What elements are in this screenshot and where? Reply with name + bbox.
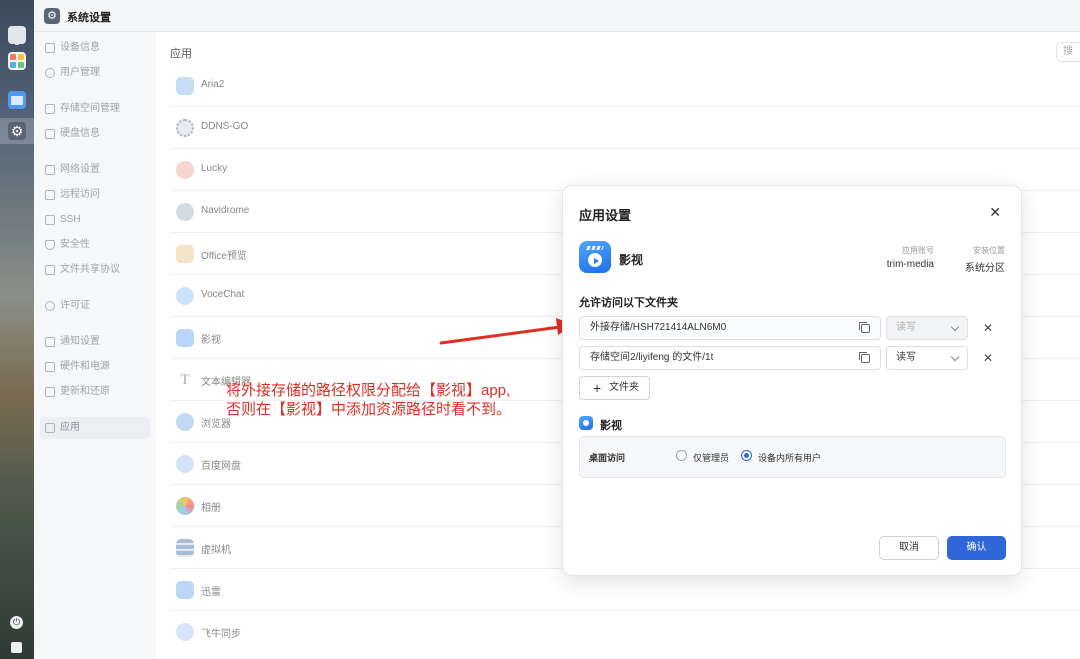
globe-icon (176, 119, 194, 137)
media-app-icon (579, 241, 611, 273)
storage-icon (45, 104, 55, 114)
desktop-access-box: 桌面访问 仅管理员 设备内所有用户 (579, 436, 1006, 478)
network-icon (45, 165, 55, 175)
radio-all-users[interactable] (741, 450, 752, 461)
user-icon (45, 68, 55, 78)
key-icon (45, 301, 55, 311)
chevron-down-icon (950, 352, 960, 362)
sidebar: 设备信息 用户管理 存储空间管理 硬盘信息 网络设置 远程访问 SSH 安全性 … (34, 32, 156, 659)
file-manager-icon[interactable] (8, 91, 26, 109)
disk-icon (45, 129, 55, 139)
add-folder-button[interactable]: + 文件夹 (579, 376, 650, 400)
cancel-button[interactable]: 取消 (879, 536, 939, 560)
sync-icon (176, 623, 194, 641)
confirm-button[interactable]: 确认 (947, 536, 1006, 560)
sidebar-item-file-sharing[interactable]: 文件共享协议 (40, 259, 150, 281)
app-center-icon[interactable] (8, 52, 26, 70)
mail-icon (45, 337, 55, 347)
permission-select[interactable]: 读写 (886, 316, 968, 340)
shield-icon (45, 240, 55, 250)
sidebar-item-notifications[interactable]: 通知设置 (40, 331, 150, 353)
window-title: 系统设置 (67, 12, 111, 24)
app-row-aria2[interactable]: Aria2 (170, 65, 1080, 107)
folder-path-field[interactable]: 存储空间2/liyifeng 的文件/1t (579, 346, 881, 370)
chat-icon (176, 287, 194, 305)
monitor-icon[interactable] (8, 26, 26, 45)
xunlei-icon (176, 581, 194, 599)
annotation-line-1: 将外接存储的路径权限分配给【影视】app, (226, 382, 511, 399)
account-label: 应用账号 (902, 246, 934, 255)
account-value: trim-media (886, 259, 934, 270)
install-location-label: 安装位置 (973, 246, 1005, 255)
remove-folder-icon[interactable]: ✕ (983, 351, 993, 365)
send-icon (45, 190, 55, 200)
power-icon[interactable]: ⏻ (10, 616, 23, 629)
text-editor-icon: T (176, 371, 194, 389)
grid-icon (45, 423, 55, 433)
notification-bell-icon[interactable] (11, 642, 22, 653)
cloud-icon (176, 455, 194, 473)
lucky-icon (176, 161, 194, 179)
document-icon (45, 265, 55, 275)
desktop-access-label: 桌面访问 (589, 453, 626, 463)
sidebar-item-license[interactable]: 许可证 (40, 295, 150, 317)
folder-path-field[interactable]: 外接存储/HSH721414ALN6M0 (579, 316, 881, 340)
app-row-fnsync[interactable]: 飞牛同步 (170, 611, 1080, 653)
settings-gear-icon: ⚙ (44, 8, 60, 24)
media-icon (176, 329, 194, 347)
radio-admin-only-label[interactable]: 仅管理员 (693, 451, 729, 464)
sidebar-item-update-restore[interactable]: 更新和还原 (40, 381, 150, 403)
annotation-line-2: 否则在【影视】中添加资源路径时看不到。 (226, 401, 512, 418)
media-app-icon (579, 416, 593, 430)
sidebar-item-network[interactable]: 网络设置 (40, 159, 150, 181)
app-row-ddns-go[interactable]: DDNS-GO (170, 107, 1080, 149)
sidebar-item-hardware-power[interactable]: 硬件和电源 (40, 356, 150, 378)
aria2-icon (176, 77, 194, 95)
disc-icon (176, 203, 194, 221)
annotation-text: 将外接存储的路径权限分配给【影视】app, 否则在【影视】中添加资源路径时看不到… (226, 381, 511, 419)
device-icon (45, 43, 55, 53)
sidebar-item-disk-info[interactable]: 硬盘信息 (40, 123, 150, 145)
app-section-title: 影视 (600, 420, 622, 432)
sidebar-item-device-info[interactable]: 设备信息 (40, 37, 150, 59)
copy-icon[interactable] (859, 322, 870, 333)
title-bar: ⚙ 系统设置 (34, 0, 1080, 32)
remove-folder-icon[interactable]: ✕ (983, 321, 993, 335)
rocket-icon (45, 387, 55, 397)
browser-icon (176, 413, 194, 431)
dialog-title: 应用设置 (579, 208, 632, 223)
sidebar-item-ssh[interactable]: SSH (40, 209, 150, 231)
server-icon (176, 539, 194, 557)
sidebar-item-apps[interactable]: 应用 (40, 417, 150, 439)
sidebar-item-remote-access[interactable]: 远程访问 (40, 184, 150, 206)
sidebar-item-storage[interactable]: 存储空间管理 (40, 98, 150, 120)
permission-select[interactable]: 读写 (886, 346, 968, 370)
search-input[interactable]: 搜 (1056, 42, 1080, 62)
chevron-down-icon (950, 322, 960, 332)
page-title: 应用 (170, 48, 192, 60)
office-icon (176, 245, 194, 263)
plus-icon: + (593, 380, 602, 396)
code-icon (45, 362, 55, 372)
radio-all-users-label[interactable]: 设备内所有用户 (758, 451, 821, 464)
close-icon[interactable]: ✕ (989, 204, 1001, 221)
radio-admin-only[interactable] (676, 450, 687, 461)
install-location-value: 系统分区 (965, 263, 1005, 274)
terminal-icon (45, 215, 55, 225)
settings-gear-icon[interactable]: ⚙ (8, 122, 26, 140)
sidebar-item-security[interactable]: 安全性 (40, 234, 150, 256)
photos-icon (176, 497, 194, 515)
app-name: 影视 (619, 253, 644, 267)
folder-access-title: 允许访问以下文件夹 (579, 297, 678, 309)
sidebar-item-users[interactable]: 用户管理 (40, 62, 150, 84)
copy-icon[interactable] (859, 352, 870, 363)
dock: ⚙ ⏻ (0, 0, 34, 659)
app-settings-dialog: 应用设置 ✕ 影视 应用账号 trim-media 安装位置 系统分区 允许访问… (562, 185, 1022, 576)
